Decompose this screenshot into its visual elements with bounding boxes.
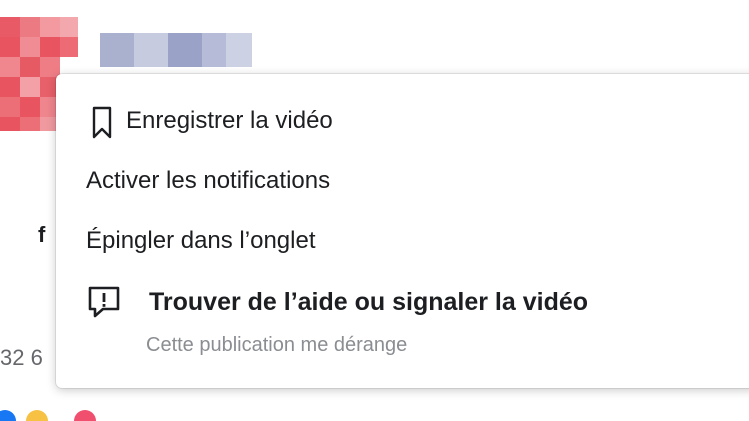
menu-item-label: Épingler dans l’onglet (86, 227, 316, 254)
menu-item-save-video[interactable]: Enregistrer la vidéo (56, 98, 749, 148)
haha-reaction-icon[interactable] (26, 410, 48, 421)
post-text-fragment: f (38, 222, 46, 247)
menu-item-find-support-report[interactable]: Trouver de l’aide ou signaler la vidéo C… (56, 278, 749, 372)
menu-item-label: Trouver de l’aide ou signaler la vidéo (149, 288, 589, 316)
love-reaction-icon[interactable] (74, 410, 96, 421)
facebook-post-page: f 32 6 Enregistrer la vidéo Activer les … (0, 0, 749, 421)
view-count: 32 6 (0, 345, 43, 370)
menu-item-label: Activer les notifications (86, 167, 331, 194)
author-name[interactable] (100, 33, 252, 67)
menu-item-label: Enregistrer la vidéo (126, 107, 333, 134)
menu-item-sublabel: Cette publication me dérange (146, 334, 408, 356)
report-icon (86, 284, 122, 325)
post-options-menu: Enregistrer la vidéo Activer les notific… (56, 74, 749, 388)
menu-item-turn-on-notifications[interactable]: Activer les notifications (56, 158, 749, 208)
menu-item-pin-to-tab[interactable]: Épingler dans l’onglet (56, 218, 749, 268)
like-reaction-icon[interactable] (0, 410, 16, 421)
bookmark-icon (92, 106, 112, 145)
